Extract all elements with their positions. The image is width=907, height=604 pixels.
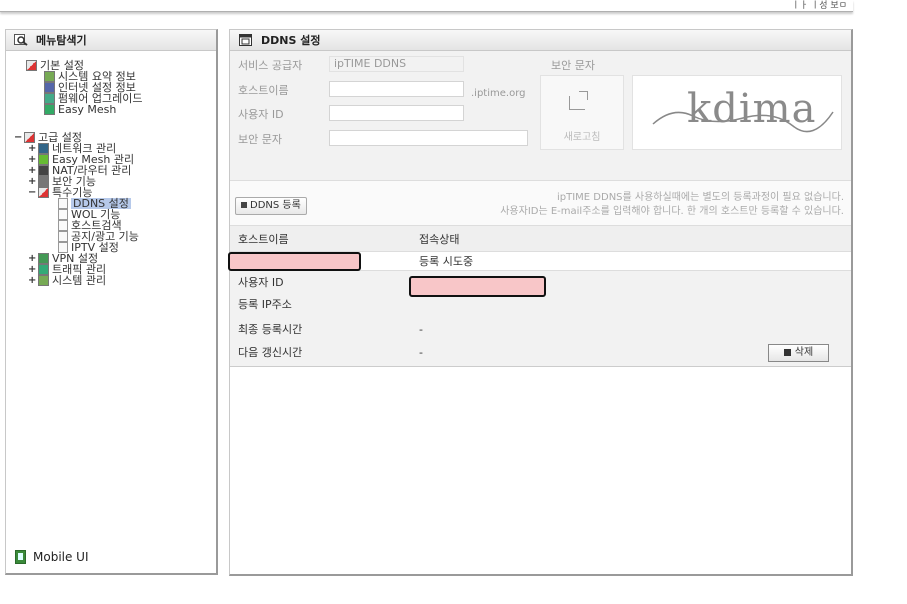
captcha-input-label: 보안 문자 xyxy=(238,133,282,146)
host-table-header: 호스트이름 접속상태 xyxy=(230,226,851,252)
expand-icon[interactable]: + xyxy=(28,143,36,154)
ddns-header: DDNS 설정 xyxy=(230,30,851,51)
mesh-icon xyxy=(44,104,55,115)
collapse-icon[interactable]: − xyxy=(14,132,22,143)
upgrade-icon xyxy=(44,93,55,104)
vpn-icon xyxy=(38,253,49,264)
menu-label: Easy Mesh xyxy=(58,103,117,116)
domain-suffix: .iptime.org xyxy=(471,88,526,99)
menu-item-system[interactable]: + 시스템 관리 xyxy=(28,275,216,286)
user-id-label: 사용자 ID xyxy=(238,108,284,121)
menu-item-easy-mesh[interactable]: Easy Mesh xyxy=(44,104,216,115)
redacted-hostname xyxy=(228,251,361,271)
traffic-icon xyxy=(38,264,49,275)
detail-last-value: - xyxy=(419,322,423,336)
provider-field: ipTIME DDNS xyxy=(329,56,464,72)
mobile-ui-link[interactable]: Mobile UI xyxy=(15,550,89,564)
lock-icon xyxy=(38,176,49,187)
ddns-register-button[interactable]: DDNS 등록 xyxy=(235,197,307,215)
mesh-icon xyxy=(38,154,49,165)
network-icon xyxy=(38,143,49,154)
menu-tree: 기본 설정 시스템 요약 정보 인터넷 설정 정보 펌웨어 업그레이드 Easy… xyxy=(6,51,216,286)
notice-line-2: 사용자ID는 E-mail주소를 입력해야 합니다. 한 개의 호스트만 등록할… xyxy=(500,206,844,217)
captcha-image: kdima xyxy=(632,75,842,150)
delete-icon xyxy=(783,349,791,356)
captcha-input[interactable] xyxy=(329,130,528,146)
detail-next-value: - xyxy=(419,345,423,359)
globe-icon xyxy=(44,82,55,93)
captcha-label: 보안 문자 xyxy=(551,59,595,72)
register-bar: DDNS 등록 ipTIME DDNS를 사용하실때에는 별도의 등록과정이 필… xyxy=(230,181,851,226)
mobile-ui-label: Mobile UI xyxy=(33,550,89,564)
chart-icon xyxy=(44,71,55,82)
provider-label: 서비스 공급자 xyxy=(238,59,303,72)
host-label: 호스트이름 xyxy=(238,84,289,97)
ddns-settings-panel: DDNS 설정 서비스 공급자 ipTIME DDNS 호스트이름 .iptim… xyxy=(228,29,853,576)
register-notice: ipTIME DDNS를 사용하실때에는 별도의 등록과정이 필요 없습니다. … xyxy=(500,191,844,219)
chart-icon xyxy=(38,275,49,286)
expand-icon[interactable]: + xyxy=(28,154,36,165)
expand-icon[interactable]: + xyxy=(28,253,36,264)
captcha-text: kdima xyxy=(687,86,817,132)
refresh-icon xyxy=(569,91,588,110)
menu-explorer-title: 메뉴탐색기 xyxy=(36,34,87,47)
page-icon xyxy=(58,231,68,242)
refresh-label: 새로고침 xyxy=(563,132,601,143)
host-table-row[interactable]: 등록 시도중 xyxy=(228,251,851,271)
notice-line-1: ipTIME DDNS를 사용하실때에는 별도의 등록과정이 필요 없습니다. xyxy=(556,192,844,203)
register-label: DDNS 등록 xyxy=(250,200,301,211)
detail-ip-label: 등록 IP주소 xyxy=(238,298,292,311)
expand-icon[interactable]: + xyxy=(28,264,36,275)
page-icon xyxy=(58,209,68,220)
magnifier-icon xyxy=(14,34,28,46)
menu-label: 시스템 관리 xyxy=(52,274,107,287)
menu-explorer-panel: 메뉴탐색기 기본 설정 시스템 요약 정보 인터넷 설정 정보 펌웨어 업그레이… xyxy=(5,29,218,575)
col-host-header: 호스트이름 xyxy=(238,232,289,246)
window-icon xyxy=(239,34,253,46)
detail-next-row: 다음 갱신시간 - xyxy=(230,344,423,360)
page-icon xyxy=(58,198,68,209)
expand-icon[interactable]: + xyxy=(28,165,36,176)
menu-explorer-header: 메뉴탐색기 xyxy=(6,30,216,51)
ddns-detail: 사용자 ID 등록 IP주소 최종 등록시간 - 다음 갱신시간 - 삭제 xyxy=(230,271,851,367)
ddns-title: DDNS 설정 xyxy=(261,34,321,47)
detail-user-label: 사용자 ID xyxy=(238,276,284,289)
top-link[interactable]: ㅣㅏ ㅣ성 보ㅁ xyxy=(792,0,847,11)
delete-button[interactable]: 삭제 xyxy=(768,344,829,362)
detail-ip-row: 등록 IP주소 xyxy=(230,296,419,312)
page-icon xyxy=(58,220,68,231)
detail-next-label: 다음 갱신시간 xyxy=(238,346,303,359)
mobile-icon xyxy=(15,550,26,564)
captcha-refresh-button[interactable]: 새로고침 xyxy=(540,75,624,150)
ddns-form: 서비스 공급자 ipTIME DDNS 호스트이름 .iptime.org 사용… xyxy=(230,51,851,181)
expand-icon[interactable]: + xyxy=(28,176,36,187)
detail-last-label: 최종 등록시간 xyxy=(238,323,303,336)
detail-user-row: 사용자 ID xyxy=(230,274,419,290)
host-input[interactable] xyxy=(329,81,464,97)
delete-label: 삭제 xyxy=(794,347,814,358)
register-icon xyxy=(241,202,247,208)
folder-special-icon xyxy=(38,187,49,198)
expand-icon[interactable]: + xyxy=(28,275,36,286)
col-status-header: 접속상태 xyxy=(419,232,460,246)
router-icon xyxy=(38,165,49,176)
detail-last-row: 최종 등록시간 - xyxy=(230,321,423,337)
folder-settings-icon xyxy=(24,132,35,143)
redacted-user-id xyxy=(409,276,546,297)
folder-settings-icon xyxy=(26,60,37,71)
collapse-icon[interactable]: − xyxy=(28,187,36,198)
status-value: 등록 시도중 xyxy=(419,255,474,268)
user-id-input[interactable] xyxy=(329,105,464,121)
top-strip: ㅣㅏ ㅣ성 보ㅁ xyxy=(0,0,853,12)
